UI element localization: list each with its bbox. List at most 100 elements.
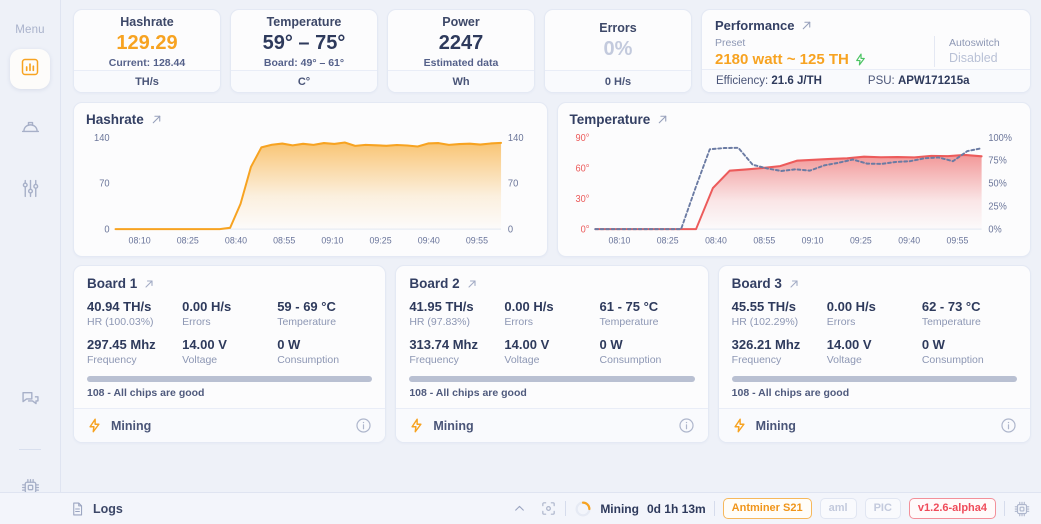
info-circle-icon[interactable]	[678, 417, 695, 434]
stat-value: 59° – 75°	[263, 31, 346, 56]
board-metric: 59 - 69 °C Temperature	[277, 298, 372, 329]
tag-model[interactable]: Antminer S21	[723, 498, 812, 519]
svg-text:140: 140	[508, 133, 524, 144]
efficiency-label: Efficiency:	[716, 75, 768, 87]
cpu-chip-icon[interactable]	[1013, 500, 1031, 518]
board-metric: 313.74 Mhz Frequency	[409, 336, 504, 367]
psu-label: PSU:	[868, 75, 895, 87]
board-footer: Mining	[719, 408, 1030, 442]
tag-aml[interactable]: aml	[820, 498, 857, 519]
temperature-chart-plot[interactable]: 0°30°60°90°0%25%50%75%100%08:1008:2508:4…	[570, 129, 1019, 250]
svg-text:25%: 25%	[988, 201, 1007, 212]
svg-text:09:40: 09:40	[898, 235, 920, 245]
metric-label: Consumption	[277, 353, 372, 367]
performance-title: Performance	[715, 18, 794, 33]
stat-card-errors: Errors 0% 0 H/s	[544, 9, 692, 93]
metric-value: 45.55 TH/s	[732, 298, 827, 315]
board-card-3: Board 3 45.55 TH/s HR (102.29%)	[718, 265, 1031, 443]
divider	[714, 501, 715, 516]
bottom-status-bar: Logs Mining	[0, 492, 1041, 524]
board-metric: 0.00 H/s Errors	[182, 298, 277, 329]
metric-label: Errors	[827, 315, 922, 329]
stat-unit: 0 H/s	[545, 70, 691, 92]
board-card-2: Board 2 41.95 TH/s HR (97.83%)	[395, 265, 708, 443]
sidebar-item-messages[interactable]	[10, 382, 50, 422]
board-metric: 326.21 Mhz Frequency	[732, 336, 827, 367]
board-header: Board 3	[732, 276, 1017, 291]
preset-label: Preset	[715, 36, 934, 50]
arrow-up-right-icon[interactable]	[788, 278, 800, 290]
svg-text:0: 0	[508, 224, 513, 235]
performance-autoswitch[interactable]: Autoswitch Disabled	[934, 36, 1018, 67]
chips-progress: 108 - All chips are good	[732, 376, 1017, 399]
metric-value: 14.00 V	[504, 336, 599, 353]
board-metric: 45.55 TH/s HR (102.29%)	[732, 298, 827, 329]
focus-frame-icon[interactable]	[540, 500, 557, 517]
metric-value: 40.94 TH/s	[87, 298, 182, 315]
metric-label: Frequency	[732, 353, 827, 367]
metric-value: 41.95 TH/s	[409, 298, 504, 315]
metric-value: 0.00 H/s	[504, 298, 599, 315]
arrow-up-right-icon[interactable]	[466, 278, 478, 290]
status-section: Mining 0d 1h 13m Antminer S21 aml PIC v1…	[540, 498, 1041, 519]
chips-status-text: 108 - All chips are good	[409, 387, 694, 399]
sidebar-item-miner[interactable]	[10, 110, 50, 150]
tag-firmware-version[interactable]: v1.2.6-alpha4	[909, 498, 996, 519]
efficiency-value: 21.6 J/TH	[771, 75, 822, 87]
metric-value: 61 - 75 °C	[600, 298, 695, 315]
stat-unit: TH/s	[74, 70, 220, 92]
svg-text:09:40: 09:40	[418, 236, 440, 246]
board-metrics: 45.55 TH/s HR (102.29%) 0.00 H/s Errors …	[732, 298, 1017, 374]
chips-progress-bar	[409, 376, 694, 382]
logs-section[interactable]: Logs	[0, 501, 540, 517]
svg-text:09:10: 09:10	[801, 235, 823, 245]
stat-title: Errors	[599, 20, 637, 36]
board-status: Mining	[111, 419, 151, 433]
board-title: Board 1	[87, 276, 137, 291]
svg-text:90°: 90°	[575, 133, 589, 144]
arrow-up-right-icon[interactable]	[800, 19, 813, 32]
chevron-up-icon[interactable]	[513, 502, 540, 515]
board-metric: 14.00 V Voltage	[182, 336, 277, 367]
divider	[1004, 501, 1005, 516]
board-metric: 0 W Consumption	[600, 336, 695, 367]
stat-title: Power	[442, 14, 480, 30]
svg-text:08:25: 08:25	[656, 235, 678, 245]
board-body: Board 1 40.94 TH/s HR (100.03%)	[74, 266, 385, 408]
hard-hat-icon	[20, 117, 41, 143]
metric-label: Voltage	[504, 353, 599, 367]
metric-label: HR (100.03%)	[87, 315, 182, 329]
metric-value: 0.00 H/s	[182, 298, 277, 315]
stat-title: Temperature	[267, 14, 342, 30]
metric-label: Consumption	[600, 353, 695, 367]
sidebar-item-tuning[interactable]	[10, 171, 50, 211]
sidebar-item-dashboard[interactable]	[10, 49, 50, 89]
hashrate-chart-plot[interactable]: 07014007014008:1008:2508:4008:5509:1009:…	[86, 129, 535, 250]
board-status: Mining	[756, 419, 796, 433]
performance-preset[interactable]: Preset 2180 watt ~ 125 TH	[715, 36, 934, 69]
svg-text:09:55: 09:55	[946, 235, 968, 245]
stat-body: Errors 0%	[545, 10, 691, 70]
svg-text:30°: 30°	[575, 194, 589, 205]
info-circle-icon[interactable]	[355, 417, 372, 434]
psu-row: PSU: APW171215a	[868, 75, 970, 87]
mining-status-label: Mining	[600, 502, 639, 516]
board-metric: 62 - 73 °C Temperature	[922, 298, 1017, 329]
autoswitch-label: Autoswitch	[949, 36, 1018, 50]
arrow-up-right-icon[interactable]	[143, 278, 155, 290]
stat-unit: C°	[231, 70, 377, 92]
arrow-up-right-icon[interactable]	[150, 113, 163, 126]
performance-main: Preset 2180 watt ~ 125 TH	[715, 36, 1018, 69]
stat-subtext: Estimated data	[424, 57, 499, 69]
info-circle-icon[interactable]	[1000, 417, 1017, 434]
chips-progress: 108 - All chips are good	[409, 376, 694, 399]
metric-label: Temperature	[600, 315, 695, 329]
tag-pic[interactable]: PIC	[865, 498, 901, 519]
svg-text:0°: 0°	[580, 224, 589, 235]
metric-label: Errors	[182, 315, 277, 329]
arrow-up-right-icon[interactable]	[656, 113, 669, 126]
logs-label: Logs	[93, 502, 123, 516]
metric-value: 62 - 73 °C	[922, 298, 1017, 315]
charts-row: Hashrate 07014007014008:1008:2508:4008:5…	[73, 102, 1031, 257]
chips-status-text: 108 - All chips are good	[732, 387, 1017, 399]
